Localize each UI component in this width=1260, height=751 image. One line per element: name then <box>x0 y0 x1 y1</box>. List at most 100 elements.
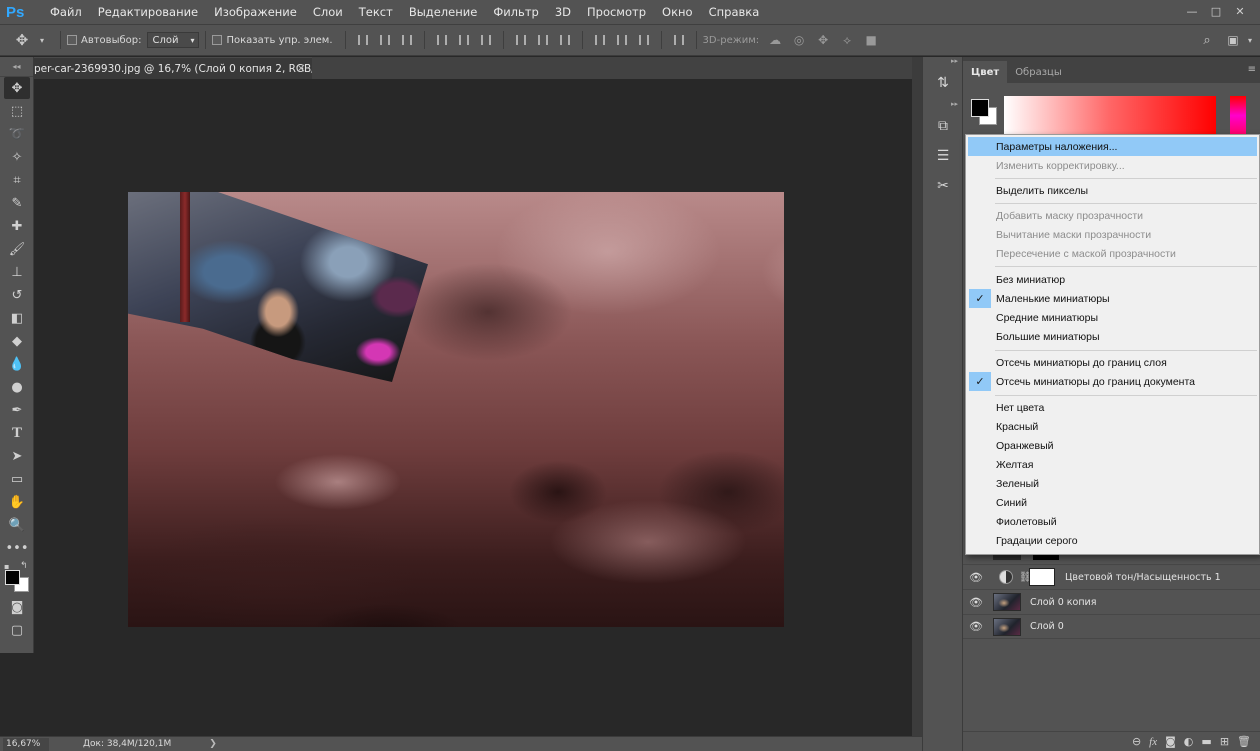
panel-grip[interactable]: ▸▸ <box>923 57 962 66</box>
menu-item-select-pixels[interactable]: Выделить пикселы <box>968 181 1257 200</box>
search-icon[interactable]: ⌕ <box>1199 32 1215 48</box>
menu-item-subtract-transparency-mask[interactable]: Вычитание маски прозрачности <box>968 225 1257 244</box>
menu-item-color-none[interactable]: Нет цвета <box>968 398 1257 417</box>
maximize-button[interactable]: □ <box>1204 2 1228 20</box>
menu-item-blending-options[interactable]: Параметры наложения... <box>968 137 1257 156</box>
menu-edit[interactable]: Редактирование <box>90 5 206 19</box>
magic-wand-tool-icon[interactable]: ✧ <box>4 146 30 168</box>
menu-item-color-gray[interactable]: Градации серого <box>968 531 1257 550</box>
minimize-button[interactable]: — <box>1180 2 1204 20</box>
link-chain-icon[interactable]: ⛓ <box>1019 572 1032 583</box>
menu-filter[interactable]: Фильтр <box>485 5 547 19</box>
align-right-icon[interactable] <box>479 33 493 47</box>
auto-align-icon[interactable] <box>672 33 686 47</box>
history-brush-tool-icon[interactable]: ↺ <box>4 284 30 306</box>
slide-3d-icon[interactable]: ⟡ <box>839 32 855 48</box>
healing-brush-tool-icon[interactable]: ✚ <box>4 215 30 237</box>
visibility-eye-icon[interactable]: 👁 <box>963 571 989 584</box>
distribute-bottom-icon[interactable] <box>558 33 572 47</box>
link-layers-icon[interactable]: ⊖ <box>1132 735 1141 748</box>
menu-item-medium-thumbnails[interactable]: Средние миниатюры <box>968 308 1257 327</box>
swap-colors-icon[interactable]: ↰ <box>20 561 28 571</box>
menu-item-no-thumbnails[interactable]: Без миниатюр <box>968 270 1257 289</box>
layer-row[interactable]: 👁 Слой 0 копия <box>963 589 1260 614</box>
path-selection-tool-icon[interactable]: ➤ <box>4 445 30 467</box>
type-tool-icon[interactable]: T <box>4 422 30 444</box>
menu-item-color-blue[interactable]: Синий <box>968 493 1257 512</box>
distribute-left-icon[interactable] <box>593 33 607 47</box>
panel-grip[interactable]: ◂◂ <box>0 57 33 77</box>
move-tool-preset-icon[interactable]: ✥ <box>14 31 30 49</box>
clone-stamp-tool-icon[interactable]: ⊥ <box>4 261 30 283</box>
document-image[interactable] <box>128 192 784 627</box>
menu-item-add-transparency-mask[interactable]: Добавить маску прозрачности <box>968 206 1257 225</box>
document-tab[interactable]: per-car-2369930.jpg @ 16,7% (Слой 0 копи… <box>34 57 312 79</box>
menu-item-small-thumbnails[interactable]: ✓ Маленькие миниатюры <box>968 289 1257 308</box>
canvas-vertical-scrollbar[interactable] <box>912 57 922 736</box>
menu-view[interactable]: Просмотр <box>579 5 654 19</box>
hue-slider[interactable] <box>1230 96 1246 135</box>
chevron-down-icon[interactable]: ▾ <box>34 32 50 48</box>
layer-row[interactable]: 👁 Слой 0 <box>963 614 1260 639</box>
layer-row[interactable]: 👁 ⛓ Цветовой тон/Насыщенность 1 <box>963 564 1260 589</box>
menu-image[interactable]: Изображение <box>206 5 305 19</box>
crop-tool-icon[interactable]: ⌗ <box>4 169 30 191</box>
menu-item-color-green[interactable]: Зеленый <box>968 474 1257 493</box>
menu-type[interactable]: Текст <box>351 5 401 19</box>
screen-mode-icon[interactable]: ▢ <box>4 619 30 641</box>
rectangle-tool-icon[interactable]: ▭ <box>4 468 30 490</box>
menu-item-color-red[interactable]: Красный <box>968 417 1257 436</box>
zoom-tool-icon[interactable]: 🔍 <box>4 514 30 536</box>
layer-comps-icon[interactable]: ⧉ <box>928 113 958 139</box>
align-bottom-icon[interactable] <box>400 33 414 47</box>
pen-tool-icon[interactable]: ✒ <box>4 399 30 421</box>
layer-style-icon[interactable]: fx <box>1149 736 1157 748</box>
orbit-3d-icon[interactable]: ☁ <box>767 32 783 48</box>
hand-tool-icon[interactable]: ✋ <box>4 491 30 513</box>
tab-swatches[interactable]: Образцы <box>1007 61 1070 83</box>
align-vcenter-icon[interactable] <box>378 33 392 47</box>
delete-layer-icon[interactable]: 🗑 <box>1237 735 1251 748</box>
workspace-icon[interactable]: ▣ <box>1225 32 1241 48</box>
roll-3d-icon[interactable]: ◎ <box>791 32 807 48</box>
eraser-tool-icon[interactable]: ◧ <box>4 307 30 329</box>
menu-item-clip-to-document-bounds[interactable]: ✓ Отсечь миниатюры до границ документа <box>968 372 1257 391</box>
lasso-tool-icon[interactable]: ➰ <box>4 123 30 145</box>
dodge-tool-icon[interactable]: ● <box>4 376 30 398</box>
marquee-tool-icon[interactable]: ⬚ <box>4 100 30 122</box>
menu-item-large-thumbnails[interactable]: Большие миниатюры <box>968 327 1257 346</box>
close-window-button[interactable]: ✕ <box>1228 2 1252 20</box>
move-tool-icon[interactable]: ✥ <box>4 77 30 99</box>
tool-presets-icon[interactable]: ✂ <box>928 173 958 199</box>
autoselect-checkbox[interactable] <box>67 35 77 45</box>
menu-select[interactable]: Выделение <box>401 5 486 19</box>
menu-item-edit-adjustment[interactable]: Изменить корректировку... <box>968 156 1257 175</box>
show-transform-checkbox[interactable] <box>212 35 223 45</box>
close-icon[interactable]: × <box>296 61 306 75</box>
brush-tool-icon[interactable]: 🖌 <box>4 238 30 260</box>
visibility-eye-icon[interactable]: 👁 <box>963 620 989 633</box>
paint-bucket-tool-icon[interactable]: ◆ <box>4 330 30 352</box>
scale-3d-icon[interactable]: ■ <box>863 32 879 48</box>
menu-item-clip-to-layer-bounds[interactable]: Отсечь миниатюры до границ слоя <box>968 353 1257 372</box>
zoom-level-field[interactable]: 16,67% <box>3 737 49 751</box>
blur-tool-icon[interactable]: 💧 <box>4 353 30 375</box>
menu-window[interactable]: Окно <box>654 5 701 19</box>
autoselect-dropdown[interactable]: Слой ▾ <box>147 32 200 48</box>
new-group-icon[interactable]: ▬ <box>1201 735 1211 748</box>
menu-item-intersect-transparency-mask[interactable]: Пересечение с маской прозрачности <box>968 244 1257 263</box>
distribute-vcenter-icon[interactable] <box>536 33 550 47</box>
tab-color[interactable]: Цвет <box>963 61 1008 83</box>
distribute-right-icon[interactable] <box>637 33 651 47</box>
distribute-hcenter-icon[interactable] <box>615 33 629 47</box>
new-layer-icon[interactable]: ⊞ <box>1220 735 1229 748</box>
quick-mask-icon[interactable]: ◙ <box>4 596 30 618</box>
more-tools-icon[interactable]: ••• <box>4 537 30 559</box>
align-left-icon[interactable] <box>435 33 449 47</box>
foreground-color-swatch[interactable] <box>971 99 989 117</box>
distribute-top-icon[interactable] <box>514 33 528 47</box>
new-adjustment-layer-icon[interactable]: ◐ <box>1184 735 1194 748</box>
foreground-color-swatch[interactable] <box>5 570 20 585</box>
layer-mask-thumbnail[interactable] <box>1029 568 1055 586</box>
menu-file[interactable]: Файл <box>42 5 90 19</box>
